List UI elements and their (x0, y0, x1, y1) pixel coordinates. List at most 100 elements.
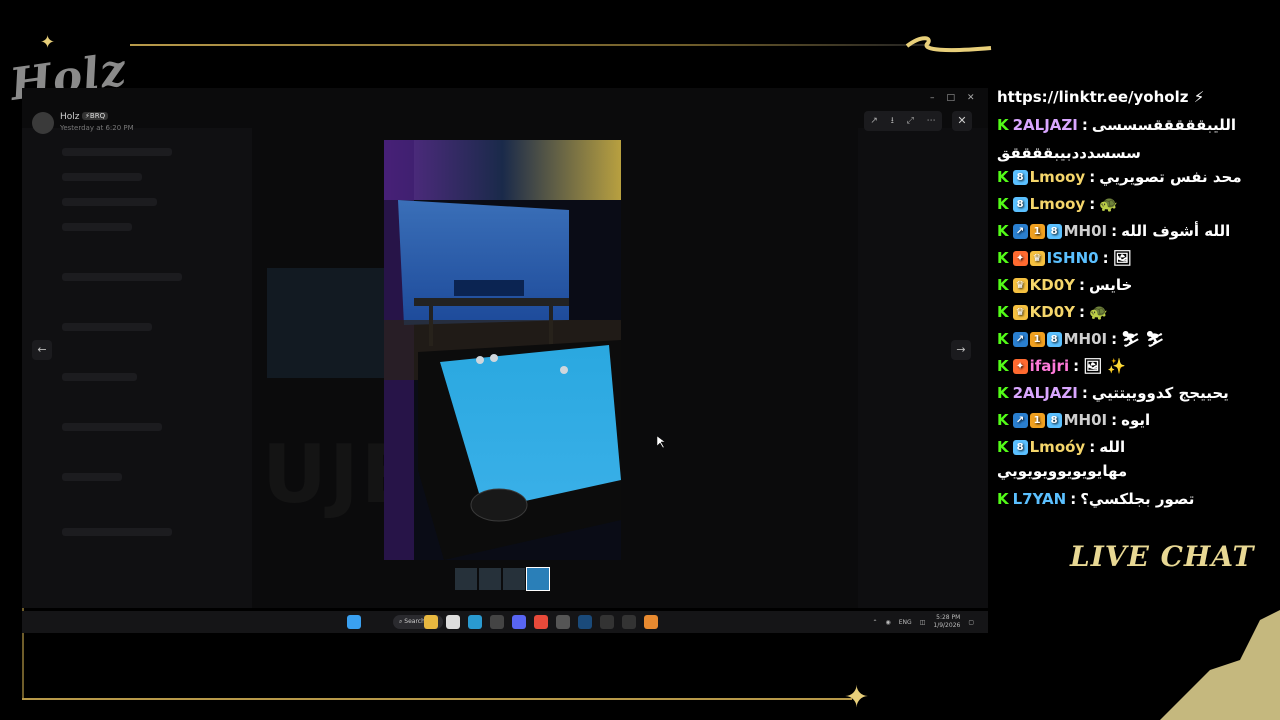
more-icon[interactable]: ⋯ (927, 116, 936, 126)
chat-username[interactable]: ifajri (1030, 357, 1069, 375)
kick-icon: K (997, 195, 1009, 213)
chat-badge-icon: 8 (1012, 439, 1028, 455)
chat-separator: : (1081, 116, 1088, 134)
star-icon: ✦ (40, 32, 56, 53)
chat-badge-icon: 1 (1029, 223, 1045, 239)
app-icon[interactable] (622, 615, 636, 629)
chat-text: خايس (1089, 276, 1133, 294)
chat-separator: : (1089, 195, 1096, 213)
discord-icon[interactable] (512, 615, 526, 629)
windows-start-icon[interactable] (347, 615, 361, 629)
chat-badge-icon: 1 (1029, 412, 1045, 428)
chat-username[interactable]: MH0I (1064, 330, 1108, 348)
edge-icon[interactable] (468, 615, 482, 629)
chat-text: 🐢 (1099, 195, 1118, 213)
live-chat-panel: https://linktr.ee/yoholz ⚡ K 2ALJAZI: الليب… (993, 86, 1280, 526)
previous-image-button[interactable]: ← (32, 340, 52, 360)
chat-separator: : (1111, 411, 1118, 429)
chevron-up-icon[interactable]: ⌃ (872, 619, 877, 626)
author-name[interactable]: Holz (60, 112, 80, 122)
thumbnail-selected[interactable] (526, 567, 550, 591)
chat-text: سسسدددبيبققققق (997, 144, 1141, 162)
forward-icon[interactable]: ↗ (870, 116, 878, 126)
chat-username[interactable]: MH0I (1064, 411, 1108, 429)
chat-username[interactable]: ISHN0 (1047, 249, 1099, 267)
chat-text: https://linktr.ee/yoholz ⚡ (997, 88, 1205, 106)
message-timestamp: Yesterday at 6:20 PM (60, 124, 134, 132)
chat-badge-icon: ↗ (1012, 331, 1028, 347)
channel-list (22, 128, 252, 608)
chat-text: يحييجج كدووييتتيي (1091, 384, 1229, 402)
frame-bottom-line (22, 698, 852, 700)
window-controls: – □ ✕ (930, 93, 986, 105)
window-close-button[interactable]: ✕ (967, 93, 975, 105)
next-image-button[interactable]: → (951, 340, 971, 360)
app-icon[interactable] (600, 615, 614, 629)
channel-row (62, 223, 132, 231)
app-icon[interactable] (556, 615, 570, 629)
notification-icon[interactable]: ▢ (968, 619, 974, 626)
avatar (32, 112, 54, 134)
chat-separator: : (1089, 438, 1096, 456)
chat-text: الليبقققققسسسى (1091, 116, 1236, 134)
chat-message: K 8 Lmoóy: الله (997, 436, 1125, 458)
chat-username[interactable]: 2ALJAZI (1013, 384, 1078, 402)
chat-message: سسسدددبيبققققق (997, 142, 1141, 164)
chat-username[interactable]: Lmoóy (1030, 438, 1086, 456)
thumbnail[interactable] (455, 568, 477, 590)
minimize-button[interactable]: – (930, 93, 935, 105)
chat-text: 🖼 ✨ (1083, 357, 1127, 375)
viewer-close-button[interactable]: ✕ (952, 111, 972, 131)
chat-message: K ↗ 1 8 MH0I: الله أشوف الله (997, 220, 1230, 242)
chat-username[interactable]: MH0I (1064, 222, 1108, 240)
chat-badge-icon: ↗ (1012, 223, 1028, 239)
app-icon[interactable] (644, 615, 658, 629)
chat-text: محد نفس تصويريي (1099, 168, 1242, 186)
thumbnail[interactable] (503, 568, 525, 590)
chat-badge-icon: ♛ (1012, 277, 1028, 293)
network-icon[interactable]: ◫ (920, 619, 926, 626)
chat-username[interactable]: Lmooy (1030, 195, 1086, 213)
chat-message: https://linktr.ee/yoholz ⚡ (997, 86, 1204, 108)
chat-separator: : (1089, 168, 1096, 186)
kick-icon: K (997, 411, 1009, 429)
open-original-icon[interactable]: ⤢ (907, 116, 914, 126)
kick-icon: K (997, 116, 1009, 134)
corner-texture (1160, 610, 1280, 720)
kick-icon: K (997, 490, 1009, 508)
calendar-icon[interactable] (446, 615, 460, 629)
chat-badge-icon: 8 (1046, 223, 1062, 239)
chat-username[interactable]: KD0Y (1030, 276, 1075, 294)
message-image (267, 268, 387, 378)
microphone-icon[interactable]: ◉ (886, 619, 891, 626)
chat-username[interactable]: 2ALJAZI (1013, 116, 1078, 134)
chrome-icon[interactable] (534, 615, 548, 629)
chat-username[interactable]: Lmooy (1030, 168, 1086, 186)
clock[interactable]: 5:28 PM 1/9/2026 (933, 614, 960, 630)
maximize-button[interactable]: □ (947, 93, 956, 105)
chat-username[interactable]: L7YAN (1013, 490, 1067, 508)
thumbnail[interactable] (479, 568, 501, 590)
frame-top-line (130, 44, 930, 46)
mouse-cursor-icon (657, 436, 665, 448)
pool-table-photo (384, 140, 621, 560)
steam-icon[interactable] (578, 615, 592, 629)
chat-text: 🐢 (1089, 303, 1108, 321)
language-indicator[interactable]: ENG (899, 619, 912, 626)
gold-swoosh (905, 36, 992, 53)
search-label: Search (404, 618, 425, 625)
clock-date: 1/9/2026 (933, 622, 961, 629)
chat-badge-icon: 8 (1012, 169, 1028, 185)
live-chat-title: LIVE CHAT (1070, 540, 1255, 573)
kick-icon: K (997, 303, 1009, 321)
chat-message: مهايويويوويويويي (997, 460, 1127, 482)
app-icon[interactable] (490, 615, 504, 629)
chat-message: K 2ALJAZI: يحييجج كدووييتتيي (997, 382, 1229, 404)
kick-icon: K (997, 222, 1009, 240)
kick-icon: K (997, 384, 1009, 402)
download-icon[interactable]: ⭳ (891, 113, 894, 129)
folder-icon[interactable] (424, 615, 438, 629)
channel-row (62, 473, 122, 481)
chat-username[interactable]: KD0Y (1030, 303, 1075, 321)
chat-badge-icon: ✦ (1012, 250, 1028, 266)
